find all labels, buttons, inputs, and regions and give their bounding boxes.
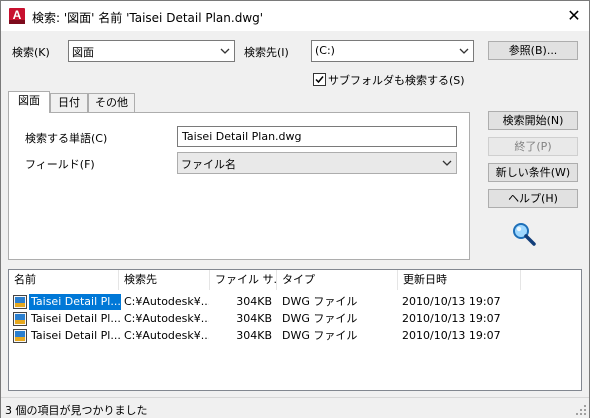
column-header-modified[interactable]: 更新日時 xyxy=(398,270,521,290)
window-title: 検索: '図面' 名前 'Taisei Detail Plan.dwg' xyxy=(32,11,264,25)
start-search-button[interactable]: 検索開始(N) xyxy=(488,111,578,130)
column-header-location[interactable]: 検索先 xyxy=(119,270,210,290)
table-row[interactable]: Taisei Detail Pl... C:¥Autodesk¥... 304K… xyxy=(9,328,581,344)
status-bar: 3 個の項目が見つかりました xyxy=(1,397,589,418)
subfolder-label: サブフォルダも検索する(S) xyxy=(328,74,465,87)
title-bar: A 検索: '図面' 名前 'Taisei Detail Plan.dwg' ✕ xyxy=(1,1,589,31)
row-type: DWG ファイル xyxy=(282,295,358,308)
close-icon[interactable]: ✕ xyxy=(563,5,585,27)
row-modified: 2010/10/13 19:07 xyxy=(402,329,501,342)
search-type-label: 検索(K) xyxy=(12,44,50,60)
search-words-label: 検索する単語(C) xyxy=(25,132,108,145)
row-type: DWG ファイル xyxy=(282,329,358,342)
chevron-down-icon xyxy=(459,48,469,54)
row-size: 304KB xyxy=(236,295,272,308)
stop-button[interactable]: 終了(P) xyxy=(488,137,578,156)
help-button[interactable]: ヘルプ(H) xyxy=(488,189,578,208)
row-modified: 2010/10/13 19:07 xyxy=(402,295,501,308)
row-name: Taisei Detail Pl... xyxy=(31,312,121,325)
search-type-combo[interactable]: 図面 xyxy=(68,40,235,62)
column-header-type[interactable]: タイプ xyxy=(277,270,398,290)
dwg-file-icon xyxy=(13,329,27,343)
table-row[interactable]: Taisei Detail Pl... C:¥Autodesk¥... 304K… xyxy=(9,311,581,327)
row-location: C:¥Autodesk¥... xyxy=(124,295,209,308)
field-value: ファイル名 xyxy=(181,158,236,171)
column-header-size[interactable]: ファイル サ... xyxy=(210,270,277,290)
location-combo[interactable]: (C:) xyxy=(311,40,474,62)
table-row[interactable]: Taisei Detail Pl... C:¥Autodesk¥... 304K… xyxy=(9,294,581,310)
search-type-label-text: 検索(K) xyxy=(12,46,50,59)
dwg-file-icon xyxy=(13,295,27,309)
tab-panel-drawing: 検索する単語(C) Taisei Detail Plan.dwg フィールド(F… xyxy=(8,112,470,260)
row-type: DWG ファイル xyxy=(282,312,358,325)
chevron-down-icon xyxy=(220,48,230,54)
search-words-input[interactable]: Taisei Detail Plan.dwg xyxy=(177,126,457,147)
field-combo[interactable]: ファイル名 xyxy=(177,152,457,174)
column-header-name[interactable]: 名前 xyxy=(9,270,119,290)
row-modified: 2010/10/13 19:07 xyxy=(402,312,501,325)
row-location: C:¥Autodesk¥... xyxy=(124,329,209,342)
tab-date[interactable]: 日付 xyxy=(50,93,88,113)
tab-other[interactable]: その他 xyxy=(88,93,135,113)
row-size: 304KB xyxy=(236,312,272,325)
new-search-button[interactable]: 新しい条件(W) xyxy=(488,163,578,182)
row-name: Taisei Detail Pl... xyxy=(31,329,121,342)
row-location: C:¥Autodesk¥... xyxy=(124,312,209,325)
subfolder-checkbox[interactable] xyxy=(313,73,326,86)
row-size: 304KB xyxy=(236,329,272,342)
row-name: Taisei Detail Pl... xyxy=(29,294,121,310)
check-icon xyxy=(315,76,324,84)
results-list[interactable]: 名前 検索先 ファイル サ... タイプ 更新日時 Taisei Detail … xyxy=(8,269,582,391)
browse-button[interactable]: 参照(B)... xyxy=(488,41,578,60)
location-label: 検索先(I) xyxy=(244,46,289,59)
dwg-file-icon xyxy=(13,312,27,326)
search-dialog: A 検索: '図面' 名前 'Taisei Detail Plan.dwg' ✕… xyxy=(0,0,590,418)
field-label: フィールド(F) xyxy=(25,158,95,171)
autocad-app-icon: A xyxy=(9,8,25,24)
tab-drawing[interactable]: 図面 xyxy=(8,91,50,113)
magnifier-icon xyxy=(513,223,536,246)
app-icon-strip xyxy=(9,20,25,24)
search-type-value: 図面 xyxy=(72,46,94,59)
resize-grip-icon[interactable] xyxy=(575,404,587,416)
location-value: (C:) xyxy=(315,44,335,57)
chevron-down-icon xyxy=(442,160,452,166)
search-words-value: Taisei Detail Plan.dwg xyxy=(182,130,302,143)
status-text: 3 個の項目が見つかりました xyxy=(5,404,148,417)
